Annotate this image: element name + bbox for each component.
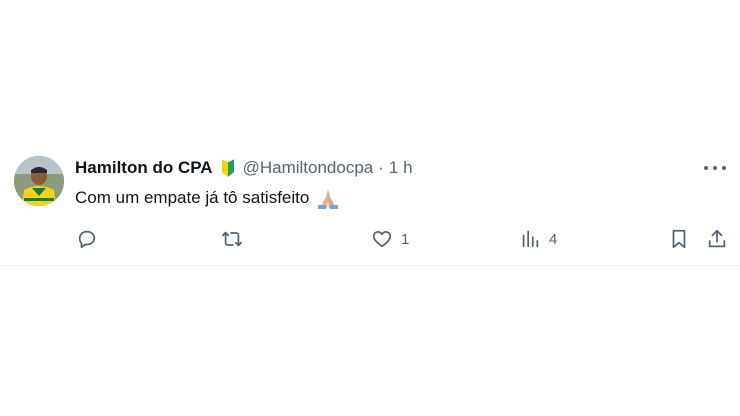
more-dot (722, 166, 726, 170)
separator-dot: · (378, 158, 384, 177)
more-dot (704, 166, 708, 170)
bookmark-icon (672, 229, 686, 249)
tweet-body: Com um empate já tô satisfeito (75, 188, 310, 207)
share-icon (708, 229, 726, 248)
avatar[interactable] (14, 156, 64, 206)
beginner-badge-icon (221, 158, 234, 177)
timestamp[interactable]: 1 h (389, 158, 413, 178)
bookmark-button[interactable] (668, 224, 690, 254)
share-button[interactable] (706, 224, 728, 254)
retweet-icon (221, 231, 243, 247)
tweet-actions: 1 4 (0, 224, 740, 254)
tweet-card[interactable]: Hamilton do CPA @Hamiltondocpa · 1 h Com… (0, 142, 740, 266)
tweet-header: Hamilton do CPA @Hamiltondocpa · 1 h (75, 158, 413, 178)
folded-hands-icon (318, 189, 339, 209)
author-name[interactable]: Hamilton do CPA (75, 158, 213, 178)
author-handle[interactable]: @Hamiltondocpa (243, 158, 374, 178)
views-button[interactable]: 4 (519, 224, 557, 254)
views-count: 4 (549, 230, 558, 248)
like-count: 1 (401, 230, 410, 248)
retweet-button[interactable] (221, 224, 251, 254)
heart-icon (372, 230, 392, 248)
reply-icon (78, 230, 96, 249)
more-dot (713, 166, 717, 170)
tweet-text: Com um empate já tô satisfeito (75, 187, 341, 209)
analytics-icon (522, 230, 539, 248)
more-options-icon[interactable] (704, 160, 726, 176)
reply-button[interactable] (76, 224, 106, 254)
like-button[interactable]: 1 (371, 224, 409, 254)
avatar-photo (14, 156, 64, 206)
